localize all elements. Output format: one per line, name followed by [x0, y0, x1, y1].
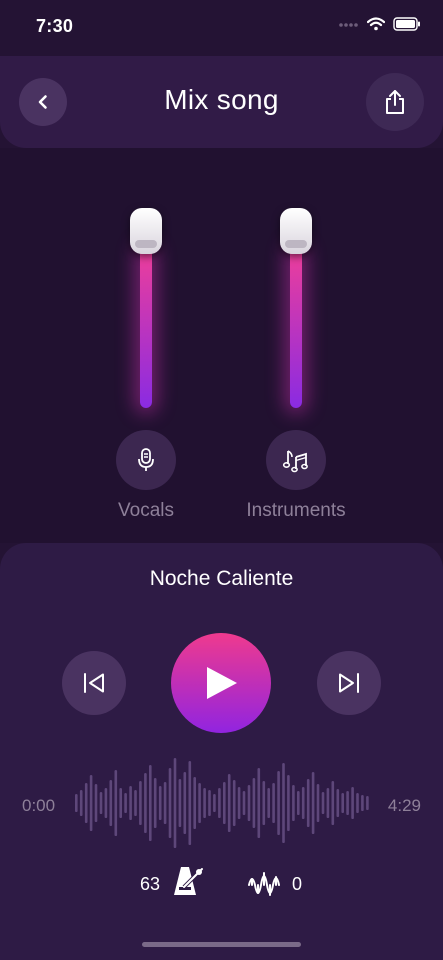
waveform-bar — [134, 790, 137, 816]
previous-button[interactable] — [62, 651, 126, 715]
waveform-bar — [79, 790, 83, 816]
waveform-bar — [94, 784, 98, 822]
wifi-icon — [367, 17, 385, 31]
microphone-icon — [138, 448, 154, 471]
sound-wave-icon[interactable] — [247, 867, 283, 903]
waveform-bar — [124, 793, 127, 813]
waveform-bar — [198, 783, 201, 823]
waveform-bar — [153, 778, 157, 828]
instruments-slider-track[interactable] — [290, 248, 302, 408]
vocals-slider-handle[interactable] — [130, 208, 162, 254]
waveform-bar — [356, 793, 359, 813]
waveform-bar — [119, 788, 122, 818]
waveform-bar — [287, 775, 290, 831]
vocals-channel: Vocals — [86, 208, 206, 528]
waveform-bar — [139, 781, 142, 825]
waveform-bar — [223, 782, 226, 824]
waveform-bar — [213, 794, 216, 812]
waveform-bar — [341, 793, 344, 813]
waveform-bar — [267, 788, 270, 818]
waveform-bar — [252, 778, 256, 828]
next-button[interactable] — [317, 651, 381, 715]
song-title: Noche Caliente — [149, 567, 294, 590]
waveform-bar — [178, 779, 182, 827]
waveform-bar — [336, 789, 340, 817]
waveform-bar — [183, 772, 187, 834]
vocals-button[interactable] — [116, 430, 176, 490]
waveform-bar — [84, 783, 88, 823]
current-time: 0:00 — [22, 796, 56, 815]
waveform-bar — [193, 777, 196, 829]
mixer-panel: Vocals Instruments — [0, 148, 443, 543]
waveform-bar — [316, 784, 320, 822]
waveform-bar — [351, 787, 354, 819]
waveform-bar — [129, 786, 132, 820]
waveform-bar — [292, 785, 295, 821]
instruments-label: Instruments — [246, 500, 346, 521]
vocals-slider-track[interactable] — [140, 248, 152, 408]
waveform-bar — [109, 780, 113, 826]
header-bar: Mix song — [0, 56, 443, 148]
waveform-bar — [247, 785, 251, 821]
waveform-bar — [173, 758, 177, 848]
waveform-bar — [326, 788, 330, 818]
battery-icon — [393, 17, 420, 31]
waveform-bar — [237, 787, 241, 819]
waveform-bar — [203, 788, 206, 818]
waveform-bar — [242, 791, 246, 815]
instruments-channel: Instruments — [236, 208, 356, 528]
home-indicator[interactable] — [142, 942, 301, 947]
waveform-bar — [208, 790, 211, 816]
music-notes-icon — [282, 450, 308, 473]
waveform-bar — [297, 791, 300, 815]
waveform-bar — [311, 772, 315, 834]
waveform-bar — [75, 794, 78, 812]
waveform-bar — [114, 770, 118, 836]
play-icon — [207, 667, 237, 699]
status-bar: 7:30 — [0, 0, 443, 56]
gain-value: 0 — [292, 874, 303, 894]
waveform-bar — [331, 781, 335, 825]
waveform-bar — [188, 761, 192, 845]
waveform-bar — [89, 775, 93, 831]
status-indicators — [339, 17, 421, 31]
waveform-bar — [277, 771, 280, 835]
waveform-bar — [149, 765, 152, 841]
play-button[interactable] — [171, 633, 271, 733]
waveform-bar — [168, 768, 172, 838]
waveform-bar — [262, 781, 266, 825]
waveform-bar — [104, 788, 108, 818]
waveform-bar — [218, 788, 221, 818]
waveform-bar — [306, 779, 310, 827]
waveform-bar — [144, 773, 147, 833]
waveform-bar — [99, 792, 103, 814]
skip-previous-icon — [84, 673, 104, 693]
waveform-bar — [257, 768, 261, 838]
waveform-bar — [158, 786, 162, 820]
waveform-scrubber[interactable] — [74, 753, 370, 853]
skip-next-icon — [339, 673, 359, 693]
bpm-value: 63 — [140, 874, 161, 894]
waveform-bar — [282, 763, 285, 843]
waveform-bar — [346, 791, 349, 815]
waveform-bar — [163, 782, 167, 824]
player-footer: 63 0 — [0, 863, 443, 907]
instruments-button[interactable] — [266, 430, 326, 490]
waveform-bar — [321, 792, 325, 814]
waveform-bar — [232, 780, 236, 826]
signal-icon — [339, 23, 358, 27]
player-panel: Noche Caliente 0:00 4:29 63 0 — [0, 543, 443, 960]
metronome-icon[interactable] — [172, 863, 206, 899]
waveform-bar — [366, 796, 369, 810]
share-icon — [386, 90, 404, 114]
waveform-bar — [227, 774, 231, 832]
instruments-slider-handle[interactable] — [280, 208, 312, 254]
waveform-bar — [272, 783, 275, 823]
waveform-bar — [361, 795, 364, 811]
waveform-bar — [301, 787, 305, 819]
status-time: 7:30 — [36, 16, 74, 36]
share-button[interactable] — [366, 73, 424, 131]
total-time: 4:29 — [387, 796, 421, 815]
